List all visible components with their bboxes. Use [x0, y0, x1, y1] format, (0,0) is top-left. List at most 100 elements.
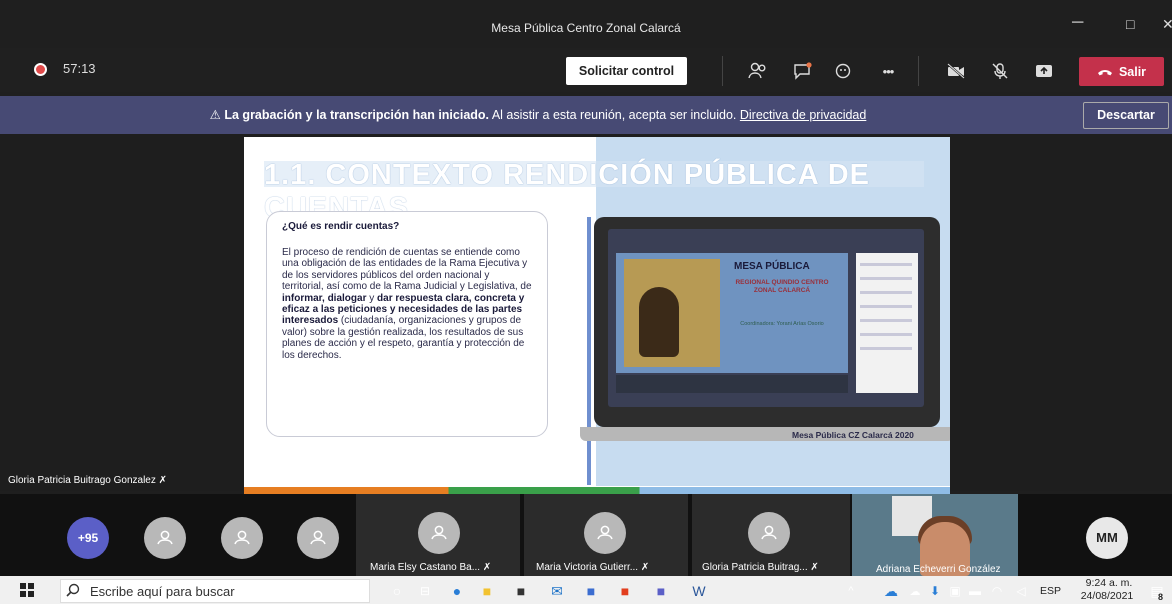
person-icon: [310, 530, 326, 545]
slide-divider: [587, 217, 591, 485]
chevron-up-icon[interactable]: ^: [840, 580, 862, 602]
slide-color-stripe: [244, 487, 950, 494]
person-icon: [761, 525, 777, 540]
battery-icon[interactable]: ▬: [964, 580, 986, 602]
panel-line: [860, 291, 912, 294]
notification-count: 8: [1158, 592, 1164, 602]
share-icon[interactable]: [1032, 58, 1056, 84]
request-control-button[interactable]: Solicitar control: [566, 57, 687, 85]
photo-title: MESA PÚBLICA: [734, 261, 810, 272]
mic-off-icon[interactable]: [988, 58, 1012, 84]
paragraph-part-1: El proceso de rendición de cuentas se en…: [282, 247, 532, 293]
mic-off-icon: ✗: [482, 562, 492, 573]
clock-date[interactable]: 24/08/2021: [1075, 590, 1139, 602]
presenter-name-text: Gloria Patricia Buitrago Gonzalez: [8, 475, 156, 486]
participant-avatar: [418, 512, 460, 554]
phone-icon: [1097, 69, 1112, 75]
more-participants-button[interactable]: +95: [67, 517, 109, 559]
shared-slide: 1.1. CONTEXTO RENDICIÓN PÚBLICA DE CUENT…: [244, 137, 950, 494]
photo-caption: Mesa Pública CZ Calarcá 2020: [792, 430, 914, 440]
display-icon[interactable]: ▣: [944, 580, 966, 602]
people-icon[interactable]: [746, 58, 770, 84]
more-icon[interactable]: •••: [876, 58, 900, 84]
participant-name: Maria Victoria Gutierr... ✗: [536, 562, 649, 573]
participant-avatar: [584, 512, 626, 554]
recording-banner-text: ⚠ La grabación y la transcripción han in…: [0, 96, 1076, 134]
mic-off-icon: ✗: [640, 562, 650, 573]
dismiss-button[interactable]: Descartar: [1083, 102, 1169, 129]
slide-paragraph: El proceso de rendición de cuentas se en…: [282, 247, 532, 361]
teams-icon[interactable]: ■: [650, 580, 672, 602]
participant-avatar: [748, 512, 790, 554]
laptop-dock: [616, 375, 848, 393]
participant-name: Gloria Patricia Buitrag... ✗: [702, 562, 819, 573]
recording-icon: [34, 63, 47, 76]
close-button[interactable]: ✕: [1162, 16, 1172, 33]
person-icon: [234, 530, 250, 545]
maximize-button[interactable]: □: [1126, 16, 1134, 32]
banner-text: Al asistir a esta reunión, acepta ser in…: [489, 108, 740, 122]
participant-name: Maria Elsy Castano Ba... ✗: [370, 562, 491, 573]
chat-icon[interactable]: [790, 58, 814, 84]
panel-line: [860, 333, 912, 336]
panel-line: [860, 305, 912, 308]
photo-coordinator: Coordinadora: Yorani Arías Osorio: [740, 321, 824, 327]
participant-initials-avatar[interactable]: MM: [1086, 517, 1128, 559]
volume-icon[interactable]: ◁: [1010, 580, 1032, 602]
mail-icon[interactable]: ✉: [546, 580, 568, 602]
leave-button[interactable]: Salir: [1079, 57, 1164, 86]
search-icon: [66, 583, 80, 602]
participant-name-text: Maria Elsy Castano Ba...: [370, 562, 481, 573]
participant-avatar[interactable]: [221, 517, 263, 559]
leave-label: Salir: [1118, 64, 1147, 79]
windows-start-icon[interactable]: [20, 583, 34, 602]
onedrive-icon[interactable]: ☁: [880, 580, 902, 602]
participant-name-text: Maria Victoria Gutierr...: [536, 562, 639, 573]
paragraph-bold-1: informar, dialogar: [282, 292, 367, 304]
camera-off-icon[interactable]: [944, 58, 968, 84]
notifications-icon[interactable]: ▤: [1146, 580, 1168, 602]
participant-avatar[interactable]: [144, 517, 186, 559]
language-indicator[interactable]: ESP: [1040, 585, 1061, 597]
person-icon: [597, 525, 613, 540]
photo-subtitle: REGIONAL QUINDIO CENTRO ZONAL CALARCÁ: [735, 279, 829, 294]
cloud-icon[interactable]: ☁: [904, 580, 926, 602]
panel-line: [860, 347, 912, 350]
laptop-side-panel: [856, 253, 918, 393]
word-icon[interactable]: W: [688, 580, 710, 602]
meeting-timer: 57:13: [63, 61, 96, 76]
cortana-icon[interactable]: ○: [386, 580, 408, 602]
panel-line: [860, 277, 912, 280]
wifi-icon[interactable]: ◠: [986, 580, 1008, 602]
toolbar-divider: [918, 56, 919, 86]
video-participant-name: Adriana Echeverri González: [876, 564, 1001, 575]
toolbar-divider: [722, 56, 723, 86]
search-placeholder: Escribe aquí para buscar: [90, 584, 235, 599]
presenter-name: Gloria Patricia Buitrago Gonzalez ✗: [8, 475, 167, 486]
app-icon[interactable]: ■: [580, 580, 602, 602]
window-title: Mesa Pública Centro Zonal Calarcá: [491, 21, 681, 35]
person-icon: [157, 530, 173, 545]
privacy-policy-link[interactable]: Directiva de privacidad: [740, 108, 866, 122]
office-icon[interactable]: ■: [614, 580, 636, 602]
reactions-icon[interactable]: [832, 58, 856, 84]
task-view-icon[interactable]: ⊟: [414, 580, 436, 602]
participant-name-text: Gloria Patricia Buitrag...: [702, 562, 808, 573]
edge-icon[interactable]: ●: [446, 580, 468, 602]
minimize-button[interactable]: ─: [1072, 14, 1083, 32]
store-icon[interactable]: ■: [510, 580, 532, 602]
usb-icon[interactable]: ⬇: [924, 580, 946, 602]
panel-line: [860, 319, 912, 322]
clock-time[interactable]: 9:24 a. m.: [1080, 577, 1138, 589]
panel-line: [860, 263, 912, 266]
slide-question: ¿Qué es rendir cuentas?: [282, 221, 400, 232]
person-icon: [431, 525, 447, 540]
mic-off-icon: ✗: [810, 562, 819, 573]
warning-icon: ⚠: [209, 108, 221, 122]
paragraph-part-2: y: [366, 292, 378, 304]
file-explorer-icon[interactable]: ■: [476, 580, 498, 602]
banner-bold-text: La grabación y la transcripción han inic…: [224, 108, 490, 122]
participant-avatar[interactable]: [297, 517, 339, 559]
mic-off-icon: ✗: [158, 475, 168, 486]
photo-person: [639, 287, 679, 357]
